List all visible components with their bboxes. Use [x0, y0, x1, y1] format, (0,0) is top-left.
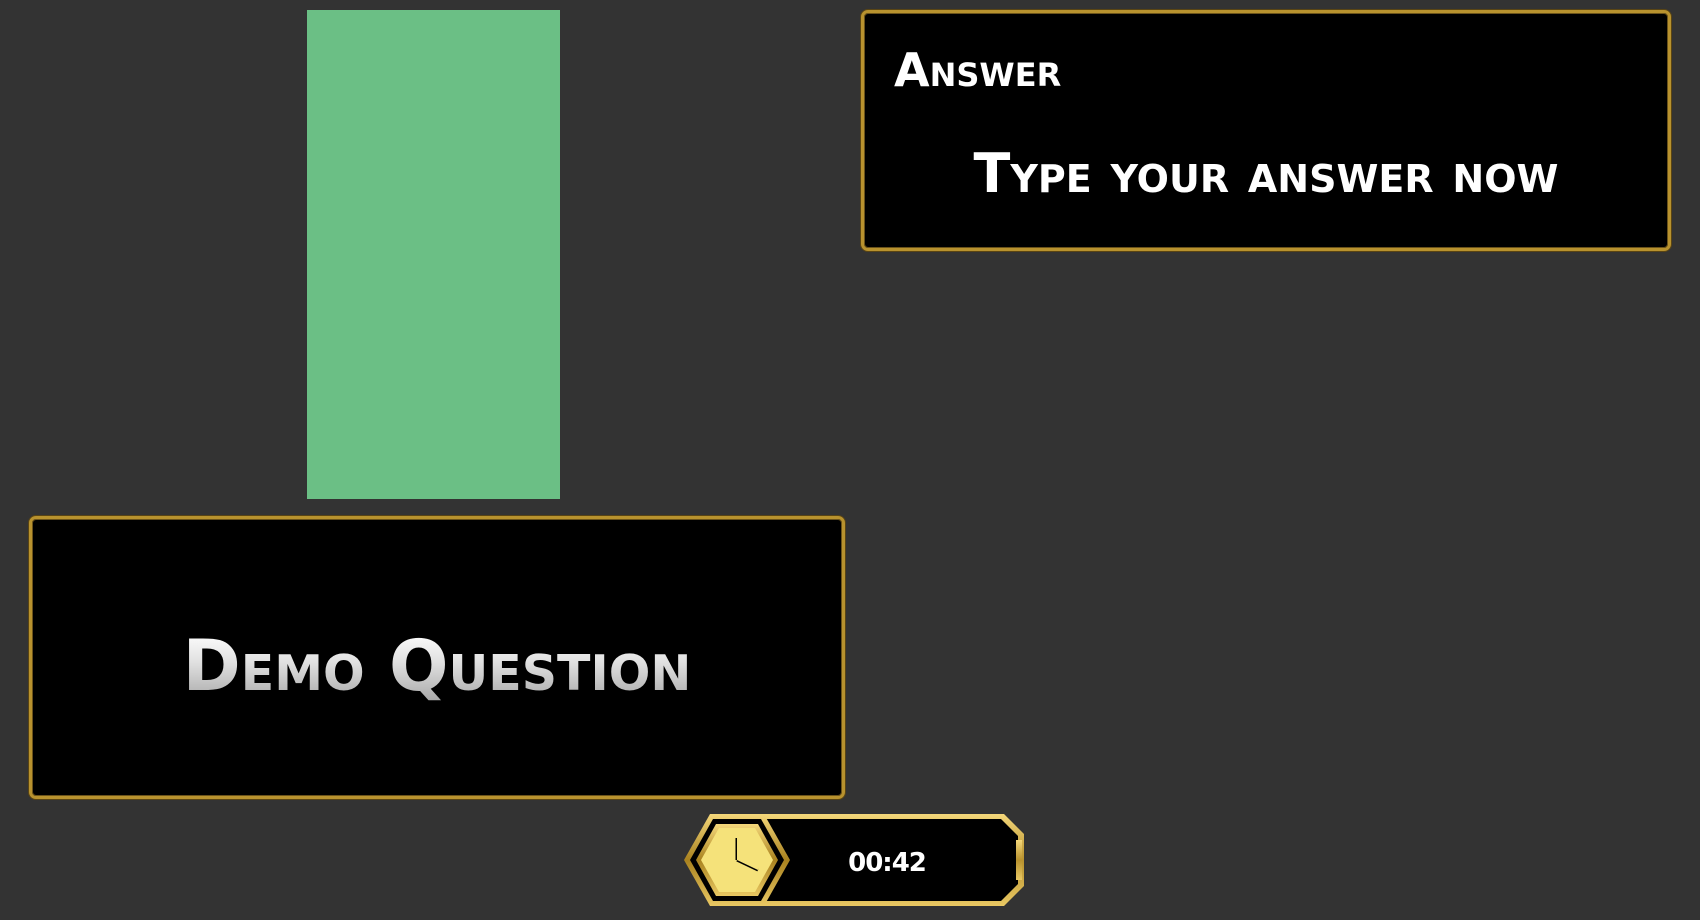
question-panel: Demo Question — [29, 516, 845, 799]
question-text: Demo Question — [32, 631, 842, 701]
answer-panel: Answer Type your answer now — [861, 10, 1671, 251]
countdown-timer: 00:42 — [682, 812, 1026, 908]
game-stage: Answer Type your answer now Demo Questio… — [0, 0, 1700, 920]
answer-title: Answer — [894, 43, 1062, 97]
clock-icon — [684, 814, 790, 906]
question-image — [307, 10, 560, 499]
answer-input[interactable]: Type your answer now — [864, 147, 1668, 201]
timer-value: 00:42 — [848, 848, 927, 878]
